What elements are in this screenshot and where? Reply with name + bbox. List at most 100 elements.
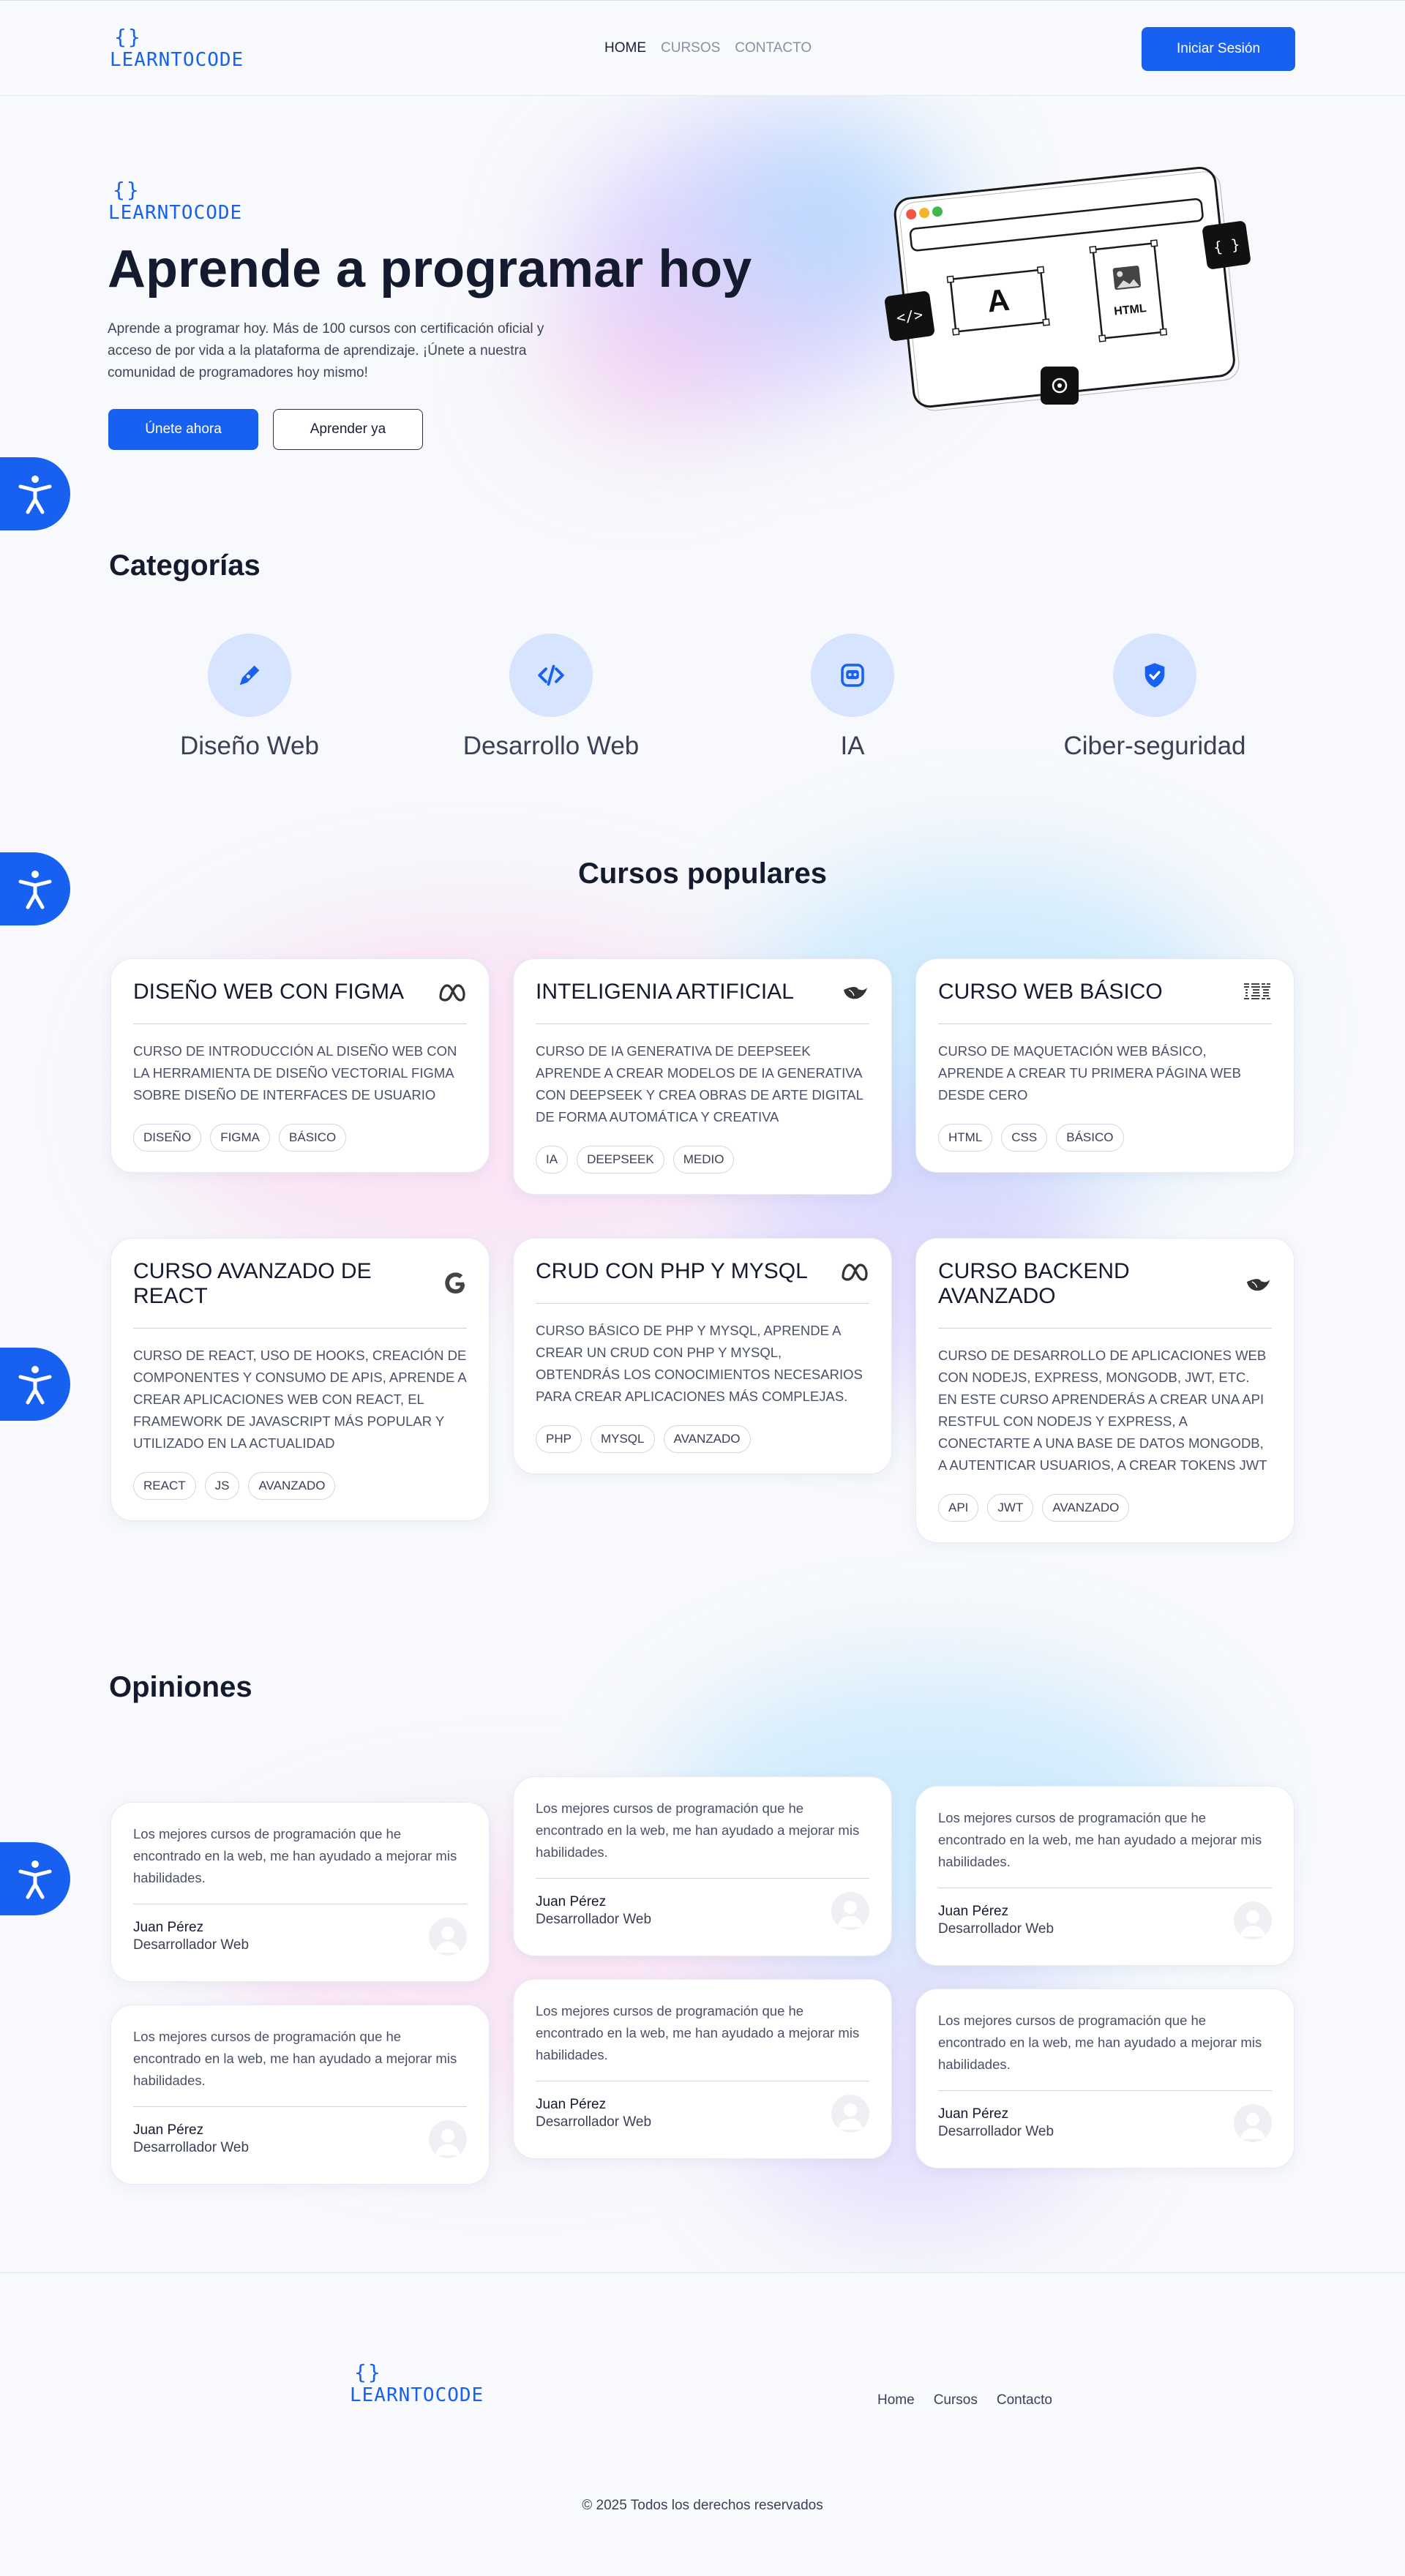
header-logo[interactable]: {} LEARNTOCODE — [110, 27, 244, 70]
testimonial-quote: Los mejores cursos de programación que h… — [133, 2026, 467, 2107]
category-label: Ciber-seguridad — [1063, 732, 1246, 760]
course-tag[interactable]: JWT — [987, 1494, 1034, 1522]
accessibility-icon — [18, 1860, 52, 1899]
course-tag[interactable]: BÁSICO — [279, 1124, 347, 1152]
avatar — [1234, 1901, 1272, 1939]
testimonial-role: Desarrollador Web — [133, 1937, 250, 1953]
course-tag[interactable]: HTML — [938, 1124, 993, 1152]
course-tag[interactable]: JS — [204, 1472, 240, 1500]
logo-brace: {} — [354, 2360, 382, 2384]
nav-contacto[interactable]: CONTACTO — [735, 40, 812, 56]
footer-logo[interactable]: {} LEARNTOCODE — [350, 2360, 484, 2406]
category-icon-circle — [1113, 634, 1196, 717]
course-tag[interactable]: PHP — [536, 1425, 582, 1453]
deepseek-icon — [1246, 1279, 1270, 1291]
course-tag[interactable]: AVANZADO — [663, 1425, 751, 1453]
avatar — [429, 1918, 467, 1956]
testimonial-name: Juan Pérez — [133, 2122, 204, 2138]
category-diseno-web[interactable]: Diseño Web — [140, 634, 359, 761]
hero-logo: {} LEARNTOCODE — [108, 178, 242, 223]
course-title: CRUD CON PHP Y MYSQL — [536, 1259, 808, 1283]
category-label: Diseño Web — [179, 732, 319, 760]
testimonial-quote: Los mejores cursos de programación que h… — [938, 1807, 1272, 1888]
robot-icon — [841, 664, 864, 687]
footer-link-cursos[interactable]: Cursos — [934, 2392, 978, 2408]
testimonial-role: Desarrollador Web — [133, 2140, 250, 2155]
code-badge: </> — [885, 291, 934, 341]
course-card[interactable]: CURSO BACKEND AVANZADO Curso de desarrol… — [915, 1238, 1295, 1543]
meta-icon — [842, 1263, 868, 1281]
copyright: © 2025 Todos los derechos reservados — [582, 2498, 823, 2513]
course-tag[interactable]: CSS — [1001, 1124, 1048, 1152]
testimonial-quote: Los mejores cursos de programación que h… — [536, 2000, 869, 2081]
learn-now-button[interactable]: Aprender ya — [273, 409, 423, 450]
course-description: Curso de IA generativa de deepseek apren… — [536, 1043, 863, 1124]
course-tag[interactable]: API — [938, 1494, 979, 1522]
category-label: IA — [840, 732, 865, 760]
login-button[interactable]: Iniciar Sesión — [1142, 27, 1295, 71]
category-label: Desarrollo Web — [462, 732, 640, 760]
course-tag[interactable]: DEEPSEEK — [577, 1146, 664, 1174]
course-description: Curso de desarrollo de aplicaciones web … — [938, 1348, 1267, 1473]
svg-text:</>: </> — [895, 306, 923, 327]
testimonial-name: Juan Pérez — [536, 1894, 607, 1910]
category-icon-circle — [811, 634, 894, 717]
testimonial-name: Juan Pérez — [536, 2097, 607, 2112]
testimonials-title: Opiniones — [109, 1671, 252, 1703]
course-tags: REACT JS AVANZADO — [133, 1472, 467, 1500]
testimonial-card: Los mejores cursos de programación que h… — [915, 1989, 1295, 2168]
footer-link-home[interactable]: Home — [877, 2392, 915, 2408]
nav-cursos[interactable]: CURSOS — [661, 40, 720, 56]
browser-illustration: A HTML </> { } — [885, 167, 1251, 411]
testimonial-card: Los mejores cursos de programación que h… — [110, 1802, 490, 1982]
course-tag[interactable]: DISEÑO — [133, 1124, 202, 1152]
meta-icon — [439, 984, 465, 1002]
gear-icon — [1041, 367, 1079, 405]
code-icon — [538, 664, 564, 686]
testimonial-role: Desarrollador Web — [938, 2124, 1054, 2139]
logo-text: LEARNTOCODE — [350, 2384, 484, 2406]
course-tag[interactable]: AVANZADO — [248, 1472, 336, 1500]
testimonial-name: Juan Pérez — [938, 2106, 1009, 2122]
testimonial-card: Los mejores cursos de programación que h… — [513, 1776, 892, 1956]
course-tag[interactable]: AVANZADO — [1042, 1494, 1130, 1522]
course-title: CURSO AVANZADO DE REACT — [133, 1259, 372, 1308]
course-tag[interactable]: REACT — [133, 1472, 196, 1500]
testimonial-role: Desarrollador Web — [536, 1912, 652, 1927]
categories-title: Categorías — [109, 549, 261, 582]
deepseek-icon — [844, 987, 867, 999]
course-tag[interactable]: MEDIO — [672, 1146, 735, 1174]
course-card[interactable]: INTELIGENIA ARTIFICIAL Curso de IA gener… — [513, 958, 892, 1195]
logo-brace: {} — [113, 178, 140, 202]
footer-nav: Home Cursos Contacto — [877, 2392, 1052, 2408]
logo-text: LEARNTOCODE — [110, 49, 244, 71]
course-tag[interactable]: MYSQL — [590, 1425, 655, 1453]
category-icon-circle — [208, 634, 291, 717]
hero-title: Aprende a programar hoy — [108, 240, 752, 298]
accessibility-button[interactable] — [0, 1348, 70, 1421]
accessibility-button[interactable] — [0, 1842, 70, 1915]
course-tag[interactable]: BÁSICO — [1056, 1124, 1124, 1152]
course-card[interactable]: CRUD CON PHP Y MYSQL Curso básico de PHP… — [513, 1238, 892, 1474]
course-title: INTELIGENIA ARTIFICIAL — [536, 980, 794, 1004]
avatar — [831, 2095, 869, 2133]
course-card[interactable]: CURSO WEB BÁSICO Curso de maquetación we… — [915, 958, 1295, 1173]
join-now-button[interactable]: Únete ahora — [108, 409, 258, 450]
course-tag[interactable]: FIGMA — [210, 1124, 271, 1152]
course-card[interactable]: CURSO AVANZADO DE REACT Curso de React, … — [110, 1238, 490, 1521]
avatar — [1234, 2104, 1272, 2142]
course-card[interactable]: DISEÑO WEB CON FIGMA Curso de introducci… — [110, 958, 490, 1173]
category-desarrollo-web[interactable]: Desarrollo Web — [441, 634, 661, 761]
accessibility-icon — [18, 1366, 52, 1405]
category-ciberseguridad[interactable]: Ciber-seguridad — [1045, 634, 1264, 761]
testimonial-card: Los mejores cursos de programación que h… — [915, 1786, 1295, 1966]
testimonial-role: Desarrollador Web — [536, 2114, 652, 2130]
accessibility-button[interactable] — [0, 457, 70, 530]
category-ia[interactable]: IA — [743, 634, 962, 761]
letter-a-icon: A — [986, 282, 1011, 319]
course-tag[interactable]: IA — [536, 1146, 569, 1174]
footer-link-contacto[interactable]: Contacto — [997, 2392, 1052, 2408]
category-icon-circle — [509, 634, 593, 717]
nav-home[interactable]: HOME — [604, 40, 646, 56]
testimonial-quote: Los mejores cursos de programación que h… — [133, 1823, 467, 1904]
